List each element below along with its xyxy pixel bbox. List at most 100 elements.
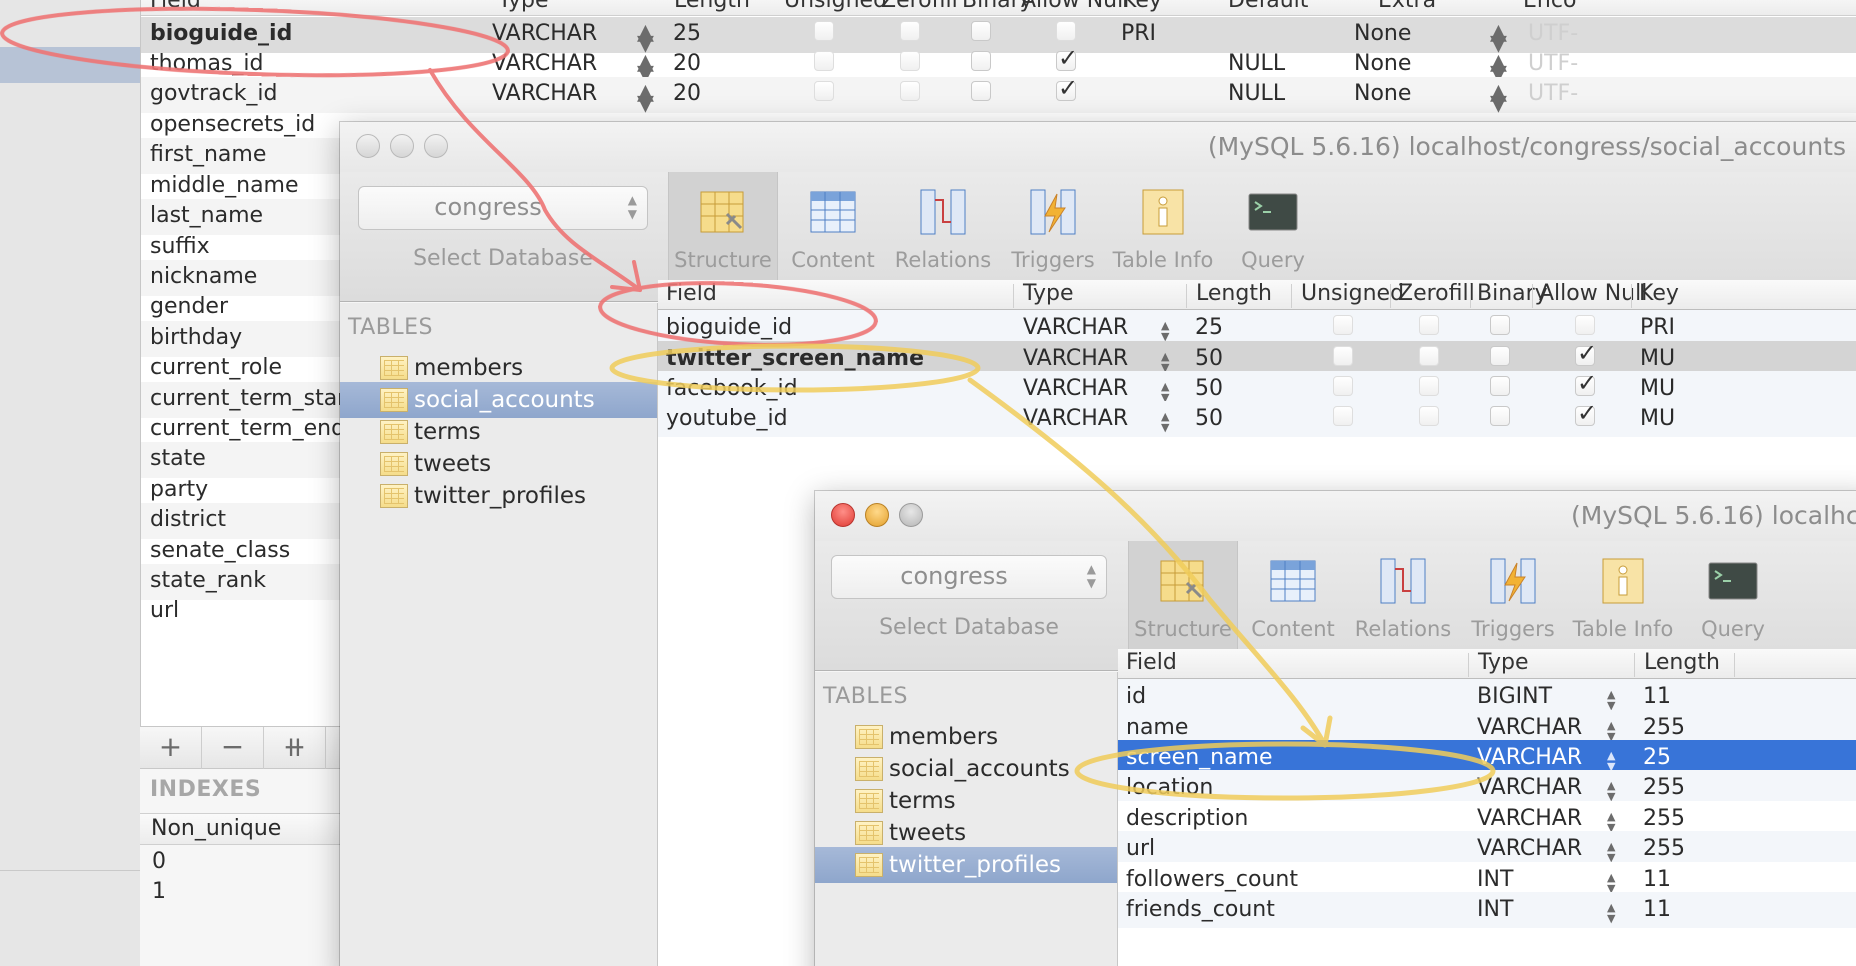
stepper-icon[interactable]: ▲ ▼ [1607, 811, 1615, 833]
col-non-unique[interactable]: Non_unique [151, 816, 281, 841]
field-type[interactable]: VARCHAR [1023, 376, 1128, 401]
field-encoding[interactable]: UTF- [1528, 21, 1578, 46]
stepper-icon[interactable]: ▲ ▼ [1607, 841, 1615, 863]
database-select[interactable]: congress ▲ ▼ [831, 555, 1107, 599]
binary-checkbox[interactable] [1490, 406, 1510, 426]
stepper-icon[interactable]: ▲ ▼ [1490, 22, 1507, 55]
field-extra[interactable]: None [1354, 21, 1411, 46]
zoom-button[interactable] [899, 503, 923, 527]
col-length[interactable]: Length [674, 0, 750, 13]
sidebar-item-twitter-profiles[interactable]: twitter_profiles [815, 847, 1117, 883]
index-value[interactable]: 0 [152, 849, 166, 874]
stepper-icon[interactable]: ▲ ▼ [1490, 52, 1507, 85]
col-field[interactable]: Field [666, 281, 717, 306]
field-length[interactable]: 50 [1195, 376, 1223, 401]
stepper-icon[interactable]: ▲ ▼ [1607, 750, 1615, 772]
table-row[interactable]: youtube_id VARCHAR ▲▼ 50 MU [658, 399, 1856, 437]
field-length[interactable]: 11 [1643, 867, 1671, 892]
database-select[interactable]: congress ▲ ▼ [358, 186, 648, 230]
add-field-button[interactable]: + [140, 727, 202, 769]
col-type[interactable]: Type [1478, 650, 1529, 675]
unsigned-checkbox[interactable] [1333, 376, 1353, 396]
field-length[interactable]: 255 [1643, 806, 1685, 831]
col-key[interactable]: Key [1122, 0, 1162, 13]
allow-null-checkbox[interactable] [1056, 74, 1078, 102]
zerofill-checkbox[interactable] [900, 21, 920, 41]
sidebar-item-tweets[interactable]: tweets [340, 446, 657, 482]
unsigned-checkbox[interactable] [1333, 346, 1353, 366]
field-default[interactable]: NULL [1228, 51, 1285, 76]
zoom-button[interactable] [424, 134, 448, 158]
sidebar-item-tweets[interactable]: tweets [815, 815, 1117, 851]
binary-checkbox[interactable] [1490, 376, 1510, 396]
field-extra[interactable]: None [1354, 51, 1411, 76]
field-length[interactable]: 25 [1643, 745, 1671, 770]
allow-null-checkbox[interactable] [1575, 339, 1597, 367]
zerofill-checkbox[interactable] [900, 81, 920, 101]
stepper-icon[interactable]: ▲ ▼ [637, 82, 654, 115]
field-length[interactable]: 255 [1643, 715, 1685, 740]
minimize-button[interactable] [865, 503, 889, 527]
field-type[interactable]: VARCHAR [1477, 715, 1582, 740]
field-length[interactable]: 20 [673, 81, 701, 106]
stepper-icon[interactable]: ▲ ▼ [1607, 689, 1615, 711]
stepper-icon[interactable]: ▲ ▼ [1607, 872, 1615, 894]
field-type[interactable]: VARCHAR [1477, 775, 1582, 800]
col-field[interactable]: Field [150, 0, 201, 13]
col-unsigned[interactable]: Unsigned [1301, 281, 1404, 306]
col-extra[interactable]: Extra [1378, 0, 1436, 13]
field-type[interactable]: VARCHAR [1023, 406, 1128, 431]
col-zerofill[interactable]: Zerofill [1398, 281, 1475, 306]
col-zerofill[interactable]: Zerofill [881, 0, 958, 13]
field-type[interactable]: VARCHAR [492, 21, 597, 46]
allow-null-checkbox[interactable] [1056, 44, 1078, 72]
field-type[interactable]: INT [1477, 897, 1513, 922]
field-type[interactable]: VARCHAR [1477, 836, 1582, 861]
allow-null-checkbox[interactable] [1575, 399, 1597, 427]
stepper-icon[interactable]: ▲ ▼ [1607, 902, 1615, 924]
zerofill-checkbox[interactable] [1419, 376, 1439, 396]
zerofill-checkbox[interactable] [1419, 315, 1439, 335]
field-length[interactable]: 11 [1643, 684, 1671, 709]
field-length[interactable]: 50 [1195, 346, 1223, 371]
col-key[interactable]: Key [1639, 281, 1679, 306]
field-default[interactable]: NULL [1228, 81, 1285, 106]
field-type[interactable]: VARCHAR [1477, 806, 1582, 831]
field-length[interactable]: 50 [1195, 406, 1223, 431]
field-length[interactable]: 255 [1643, 836, 1685, 861]
binary-checkbox[interactable] [1490, 315, 1510, 335]
close-button[interactable] [831, 503, 855, 527]
sidebar-item-members[interactable]: members [340, 350, 657, 386]
col-unsigned[interactable]: Unsigned [784, 0, 887, 13]
stepper-icon[interactable]: ▲ ▼ [1161, 351, 1169, 373]
field-type[interactable]: INT [1477, 867, 1513, 892]
sidebar-item-social-accounts[interactable]: social_accounts [340, 382, 657, 418]
index-value[interactable]: 1 [152, 879, 166, 904]
field-extra[interactable]: None [1354, 81, 1411, 106]
binary-checkbox[interactable] [971, 21, 991, 41]
col-allow-null[interactable]: Allow Null [1021, 0, 1129, 13]
field-length[interactable]: 25 [1195, 315, 1223, 340]
col-type[interactable]: Type [1023, 281, 1074, 306]
stepper-icon[interactable]: ▲ ▼ [637, 52, 654, 85]
binary-checkbox[interactable] [1490, 346, 1510, 366]
unsigned-checkbox[interactable] [1333, 315, 1353, 335]
field-length[interactable]: 11 [1643, 897, 1671, 922]
col-encoding[interactable]: Enco [1523, 0, 1576, 13]
duplicate-field-button[interactable]: ⧺ [264, 727, 326, 769]
col-binary[interactable]: Binary [1477, 281, 1548, 306]
field-length[interactable]: 20 [673, 51, 701, 76]
field-type[interactable]: VARCHAR [492, 81, 597, 106]
unsigned-checkbox[interactable] [814, 51, 834, 71]
stepper-icon[interactable]: ▲ ▼ [1161, 411, 1169, 433]
allow-null-checkbox[interactable] [1575, 369, 1597, 397]
allow-null-checkbox[interactable] [1575, 315, 1595, 335]
col-length[interactable]: Length [1644, 650, 1720, 675]
stepper-icon[interactable]: ▲ ▼ [1161, 381, 1169, 403]
sidebar-item-terms[interactable]: terms [815, 783, 1117, 819]
binary-checkbox[interactable] [971, 81, 991, 101]
unsigned-checkbox[interactable] [814, 81, 834, 101]
remove-field-button[interactable]: − [202, 727, 264, 769]
table-row[interactable]: friends_count INT ▲ ▼ 11 [1118, 892, 1856, 928]
stepper-icon[interactable]: ▲ ▼ [637, 22, 654, 55]
